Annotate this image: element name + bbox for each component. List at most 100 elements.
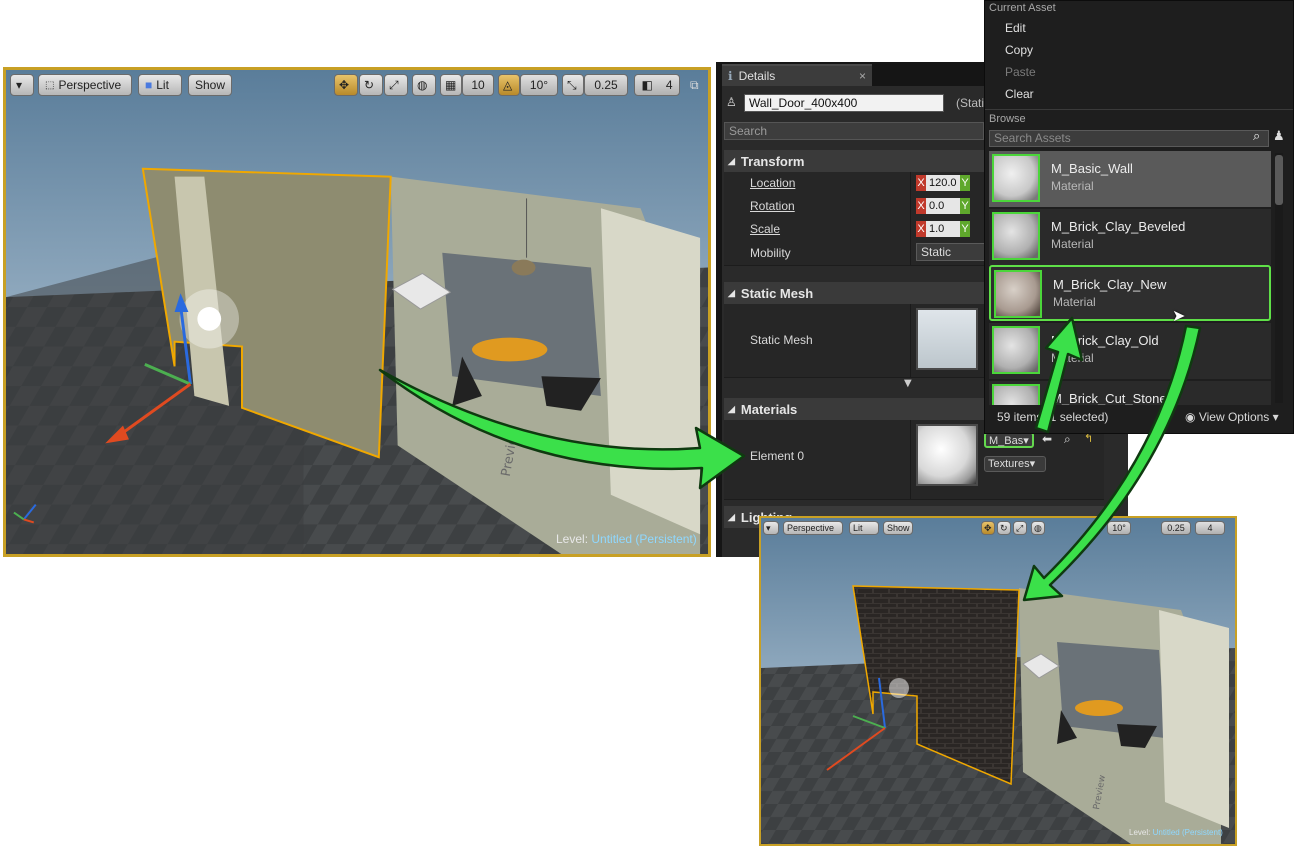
result-viewport[interactable]: Preview ▾ Perspective Lit Show ✥ ↻ ⤢ ◍ 1… — [759, 516, 1237, 846]
view-options-button[interactable]: ◉ View Options ▾ — [1185, 410, 1279, 424]
browse-section-label: Browse — [989, 113, 1026, 125]
chevron-down-icon: ▾ — [1029, 458, 1036, 470]
viewport-scene[interactable]: Preview — [6, 70, 708, 554]
actor-name-field[interactable]: Wall_Door_400x400 — [744, 94, 944, 112]
main-viewport[interactable]: Preview ▾ ⬚ Perspective ■ Lit Show ✥ ↻ ⤢… — [3, 67, 711, 557]
rotate-mode-button[interactable]: ↻ — [997, 521, 1011, 535]
rotation-x-value[interactable]: 0.0 — [926, 198, 960, 214]
rotation-label[interactable]: Rotation — [750, 199, 795, 213]
tab-details[interactable]: ℹ Details × — [722, 64, 872, 86]
scale-snap-value[interactable]: 0.25 — [584, 74, 628, 96]
asset-type: Material — [1051, 179, 1094, 193]
asset-item[interactable]: M_Brick_Clay_Beveled Material — [989, 209, 1271, 265]
show-label: Show — [195, 78, 226, 92]
scale-icon: ⤢ — [389, 77, 399, 92]
camera-speed-value[interactable]: 4 — [1195, 521, 1225, 535]
camera-speed-button[interactable]: ◧ 4 — [634, 74, 680, 96]
rotate-icon: ↻ — [1000, 522, 1008, 533]
grid-snap-toggle[interactable]: ▦ — [440, 74, 462, 96]
location-label[interactable]: Location — [750, 176, 795, 190]
translate-mode-button[interactable]: ✥ — [981, 521, 995, 535]
scale-mode-button[interactable]: ⤢ — [384, 74, 408, 96]
viewport-toolbar: ▾ ⬚ Perspective ■ Lit Show ✥ ↻ ⤢ ◍ ▦ 10 … — [6, 70, 708, 102]
level-indicator: Level: Untitled (Persistent) — [556, 532, 697, 546]
scale-snap-toggle[interactable]: ⤡ — [562, 74, 584, 96]
scale-label[interactable]: Scale — [750, 222, 780, 236]
show-button[interactable]: Show — [188, 74, 232, 96]
collapse-arrow-icon: ◢ — [728, 403, 735, 414]
location-field[interactable]: X 120.0 Y — [916, 175, 970, 191]
rotation-field[interactable]: X 0.0 Y — [916, 198, 970, 214]
translate-mode-button[interactable]: ✥ — [334, 74, 358, 96]
scale-x-value[interactable]: 1.0 — [926, 221, 960, 237]
globe-icon[interactable]: ◍ — [1031, 521, 1045, 535]
lit-button[interactable]: ■ Lit — [138, 74, 182, 96]
scrollbar-thumb[interactable] — [1275, 155, 1283, 205]
result-viewport-scene[interactable]: Preview — [761, 518, 1235, 844]
asset-type: Material — [1051, 351, 1094, 365]
use-selected-icon[interactable]: ⬅ — [1042, 432, 1052, 446]
current-asset-section-label: Current Asset — [989, 2, 1056, 14]
rotation-snap-value[interactable]: 10° — [520, 74, 558, 96]
location-x-value[interactable]: 120.0 — [926, 175, 960, 191]
level-label: Level: — [1129, 828, 1151, 837]
grid-snap-value[interactable]: 10 — [462, 74, 494, 96]
rotation-snap-value[interactable]: 10° — [1107, 521, 1131, 535]
move-icon: ✥ — [339, 78, 350, 92]
asset-item[interactable]: M_Brick_Clay_New Material — [989, 265, 1271, 321]
viewport-options-button[interactable]: ▾ — [763, 521, 779, 535]
rotation-snap-toggle[interactable]: ◬ — [498, 74, 520, 96]
asset-item[interactable]: M_Brick_Cut_Stone — [989, 381, 1271, 405]
show-button[interactable]: Show — [883, 521, 913, 535]
perspective-label: Perspective — [787, 523, 835, 533]
view-options-label: View Options — [1198, 410, 1270, 424]
lit-label: Lit — [853, 523, 863, 533]
user-filter-icon[interactable]: ♟ — [1273, 129, 1285, 144]
world-local-button[interactable]: ◍ — [412, 74, 436, 96]
asset-type: Material — [1051, 237, 1094, 251]
y-axis-badge: Y — [960, 221, 970, 237]
scale-field[interactable]: X 1.0 Y — [916, 221, 970, 237]
mobility-dropdown[interactable]: Static — [916, 243, 986, 261]
textures-button[interactable]: Textures▾ — [984, 456, 1046, 472]
browse-icon[interactable]: ⌕ — [1064, 432, 1071, 447]
camera-speed-value: 4 — [665, 78, 673, 92]
maximize-viewport-icon[interactable]: ⧉ — [690, 78, 699, 93]
level-indicator: Level: Untitled (Persistent) — [1129, 828, 1223, 837]
rotate-icon: ↻ — [364, 78, 375, 92]
viewport-options-button[interactable]: ▾ — [10, 74, 34, 96]
collapse-arrow-icon: ◢ — [728, 155, 735, 166]
grid-icon: ▦ — [445, 78, 457, 92]
asset-name: M_Brick_Cut_Stone — [1051, 391, 1167, 405]
menu-item-clear[interactable]: Clear — [1005, 87, 1034, 101]
menu-item-copy[interactable]: Copy — [1005, 43, 1033, 57]
actor-icon: ♙ — [726, 95, 737, 109]
perspective-button[interactable]: ⬚ Perspective — [38, 74, 132, 96]
asset-item[interactable]: M_Brick_Clay_Old Material — [989, 323, 1271, 379]
asset-item[interactable]: M_Basic_Wall Material — [989, 151, 1271, 207]
lit-label: Lit — [156, 78, 169, 92]
menu-item-paste: Paste — [1005, 65, 1036, 79]
details-search-input[interactable]: Search — [724, 122, 984, 140]
mouse-cursor-icon: ➤ — [1172, 306, 1186, 325]
show-label: Show — [887, 523, 910, 533]
perspective-button[interactable]: Perspective — [783, 521, 843, 535]
asset-type: Material — [1053, 295, 1096, 309]
search-assets-input[interactable]: Search Assets — [989, 130, 1269, 147]
scale-mode-button[interactable]: ⤢ — [1013, 521, 1027, 535]
material-thumbnail — [992, 212, 1040, 260]
material-thumbnail — [994, 270, 1042, 318]
expand-arrow-icon[interactable]: ▼ — [904, 378, 912, 389]
lit-button[interactable]: Lit — [849, 521, 879, 535]
textures-label: Textures — [988, 458, 1030, 470]
scale-icon: ⤢ — [1016, 522, 1024, 533]
menu-item-edit[interactable]: Edit — [1005, 21, 1026, 35]
asset-list-scrollbar[interactable] — [1275, 153, 1283, 403]
close-tab-icon[interactable]: × — [859, 69, 866, 83]
material-thumbnail[interactable] — [916, 424, 978, 486]
static-mesh-thumbnail[interactable] — [916, 308, 978, 370]
material-combo-button[interactable]: M_Bas▾ — [984, 432, 1034, 448]
y-axis-badge: Y — [960, 175, 970, 191]
scale-snap-value[interactable]: 0.25 — [1161, 521, 1191, 535]
rotate-mode-button[interactable]: ↻ — [359, 74, 383, 96]
